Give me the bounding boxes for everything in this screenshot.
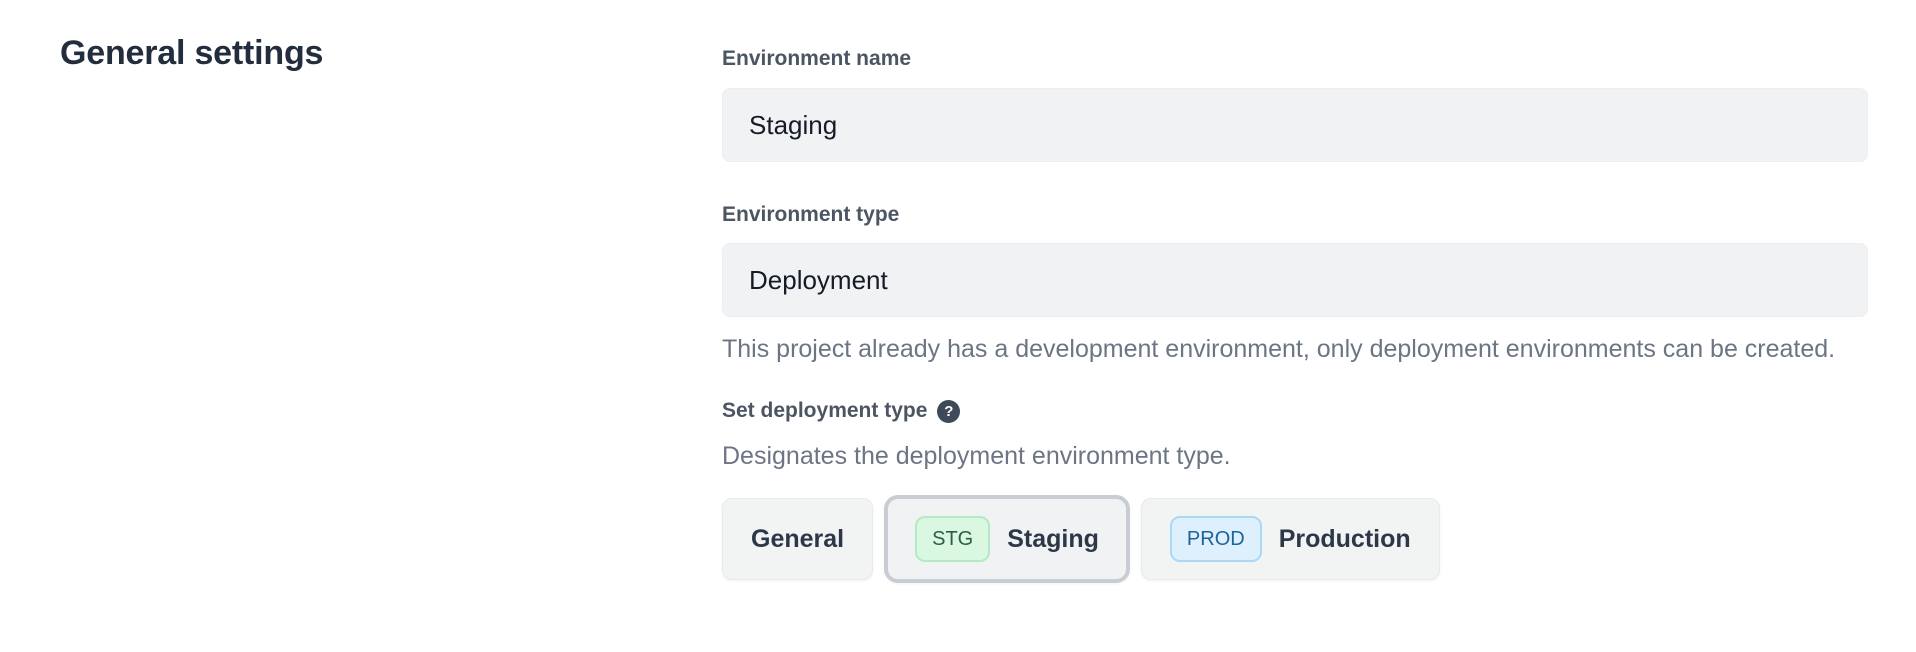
environment-name-label: Environment name	[722, 46, 1868, 72]
environment-type-label: Environment type	[722, 202, 1868, 228]
environment-name-input[interactable]	[722, 88, 1868, 162]
deployment-type-label-row: Set deployment type ?	[722, 398, 1868, 424]
environment-type-input[interactable]	[722, 243, 1868, 317]
option-production-label: Production	[1279, 525, 1411, 554]
option-general-button[interactable]: General	[722, 498, 873, 580]
page-title: General settings	[60, 34, 323, 73]
question-mark-circle-icon[interactable]: ?	[937, 400, 960, 423]
settings-form: Environment name Environment type This p…	[722, 46, 1868, 583]
option-staging-label: Staging	[1007, 525, 1099, 554]
option-production-button[interactable]: PROD Production	[1141, 498, 1440, 580]
stg-badge: STG	[915, 516, 990, 562]
general-settings-page: General settings Environment name Enviro…	[0, 0, 1916, 652]
environment-type-help-text: This project already has a development e…	[722, 329, 1868, 370]
prod-badge: PROD	[1170, 516, 1262, 562]
option-staging-button[interactable]: STG Staging	[884, 495, 1130, 583]
deployment-type-description: Designates the deployment environment ty…	[722, 440, 1868, 473]
deployment-type-options: General STG Staging PROD Production	[722, 495, 1868, 583]
deployment-type-label: Set deployment type	[722, 398, 927, 424]
option-general-label: General	[751, 525, 844, 554]
